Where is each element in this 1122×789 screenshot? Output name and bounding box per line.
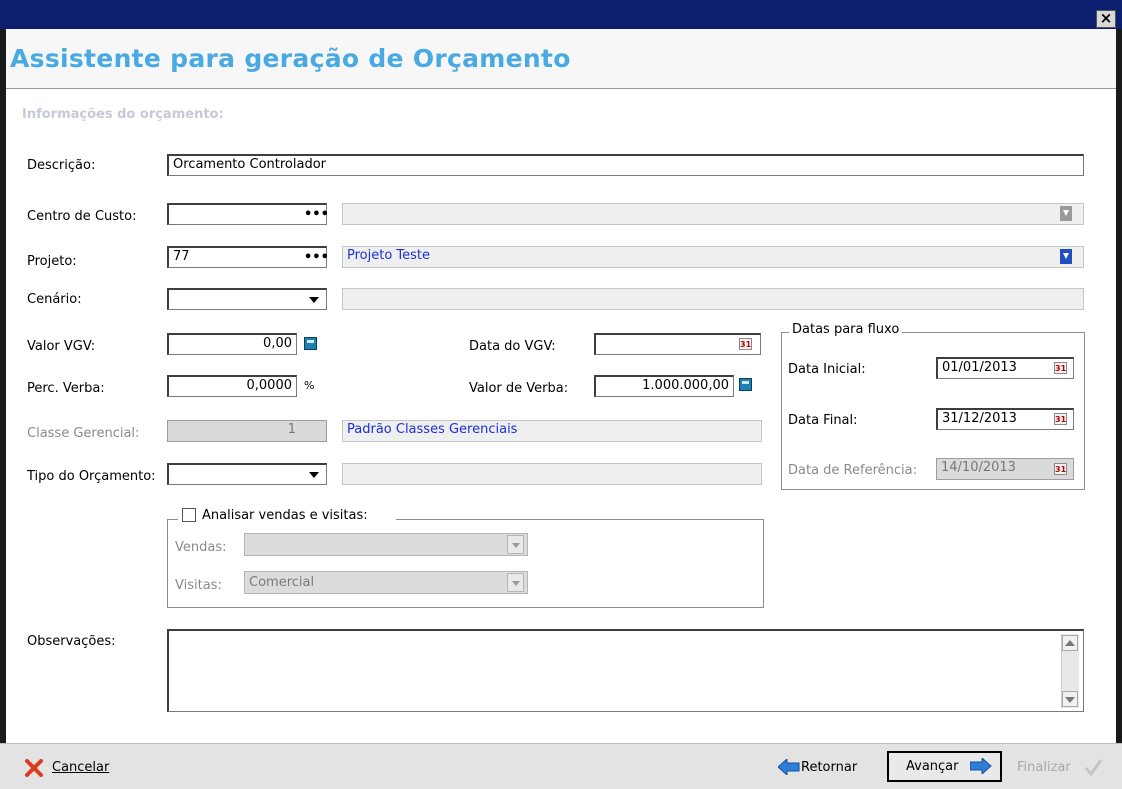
descricao-input[interactable]: Orcamento Controlador <box>167 154 1084 176</box>
close-icon[interactable]: × <box>1096 10 1116 28</box>
visitas-label: Visitas: <box>175 578 222 593</box>
projeto-code-input[interactable]: 77 <box>167 246 327 268</box>
projeto-label: Projeto: <box>27 254 77 269</box>
valor-verba-input[interactable]: 1.000.000,00 <box>594 375 734 397</box>
data-referencia-label: Data de Referência: <box>788 463 917 478</box>
classe-gerencial-name-field: Padrão Classes Gerenciais <box>342 420 762 442</box>
centro-custo-label: Centro de Custo: <box>27 209 137 224</box>
section-title: Informações do orçamento: <box>22 107 224 122</box>
finalizar-button: Finalizar <box>1017 760 1071 775</box>
valor-verba-label: Valor de Verba: <box>469 381 569 396</box>
calculator-icon[interactable] <box>739 378 752 391</box>
projeto-name-field: Projeto Teste <box>342 246 1084 268</box>
cenario-select[interactable] <box>167 288 327 310</box>
tipo-orcamento-label: Tipo do Orçamento: <box>27 469 156 484</box>
scroll-up-arrow <box>1065 640 1075 646</box>
calendar-icon[interactable]: 31 <box>1054 413 1067 425</box>
retornar-button-label: Retornar <box>801 760 858 775</box>
centro-custo-name-field <box>342 203 1084 225</box>
datas-fluxo-title: Datas para fluxo <box>789 322 903 337</box>
vendas-select <box>244 533 528 556</box>
calendar-icon[interactable]: 31 <box>1054 362 1067 374</box>
window-right-border <box>1116 29 1122 743</box>
window-titlebar <box>0 0 1122 29</box>
calculator-icon[interactable] <box>304 337 317 350</box>
dropdown-arrow-icon <box>507 573 524 592</box>
download-icon[interactable] <box>1060 249 1072 264</box>
cancel-button[interactable]: Cancelar <box>52 760 109 775</box>
check-icon <box>1084 759 1103 777</box>
scroll-down-arrow <box>1065 697 1075 703</box>
avancar-button-label: Avançar <box>906 759 959 774</box>
perc-verba-input[interactable]: 0,0000 <box>167 375 297 397</box>
calendar-icon[interactable]: 31 <box>739 338 752 350</box>
cenario-label: Cenário: <box>27 292 82 307</box>
analisar-label: Analisar vendas e visitas: <box>202 508 368 523</box>
classe-gerencial-label: Classe Gerencial: <box>27 426 140 441</box>
cancel-button-label: Cancelar <box>52 760 110 775</box>
data-vgv-label: Data do VGV: <box>469 339 556 354</box>
back-arrow-icon[interactable] <box>778 759 800 775</box>
data-inicial-label: Data Inicial: <box>788 362 866 377</box>
retornar-button[interactable]: Retornar <box>801 760 857 775</box>
centro-custo-lookup-button[interactable]: ••• <box>304 208 329 221</box>
descricao-label: Descrição: <box>27 158 96 173</box>
perc-verba-label: Perc. Verba: <box>27 381 105 396</box>
valor-vgv-input[interactable]: 0,00 <box>167 333 297 355</box>
vendas-label: Vendas: <box>175 540 227 555</box>
projeto-lookup-button[interactable]: ••• <box>304 251 329 264</box>
data-vgv-input[interactable] <box>594 333 761 355</box>
forward-arrow-icon[interactable] <box>970 758 992 774</box>
dropdown-arrow-icon[interactable] <box>309 472 319 478</box>
classe-gerencial-input: 1 <box>167 420 327 442</box>
percent-icon: % <box>304 379 315 392</box>
dropdown-arrow-icon[interactable] <box>309 297 319 303</box>
calendar-icon: 31 <box>1054 463 1067 475</box>
data-final-label: Data Final: <box>788 413 858 428</box>
dropdown-arrow-icon <box>507 535 524 554</box>
observacoes-label: Observações: <box>27 634 116 649</box>
observacoes-textarea[interactable] <box>167 629 1084 712</box>
visitas-select: Comercial <box>244 571 528 594</box>
cenario-desc-field <box>342 288 1084 310</box>
tipo-orcamento-select[interactable] <box>167 463 327 485</box>
download-icon[interactable] <box>1060 206 1072 221</box>
analisar-checkbox[interactable] <box>182 508 196 522</box>
cancel-x-icon[interactable] <box>25 759 43 777</box>
wizard-title: Assistente para geração de Orçamento <box>10 44 571 73</box>
tipo-orcamento-desc-field <box>342 463 762 485</box>
centro-custo-code-input[interactable] <box>167 203 327 225</box>
valor-vgv-label: Valor VGV: <box>27 339 96 354</box>
